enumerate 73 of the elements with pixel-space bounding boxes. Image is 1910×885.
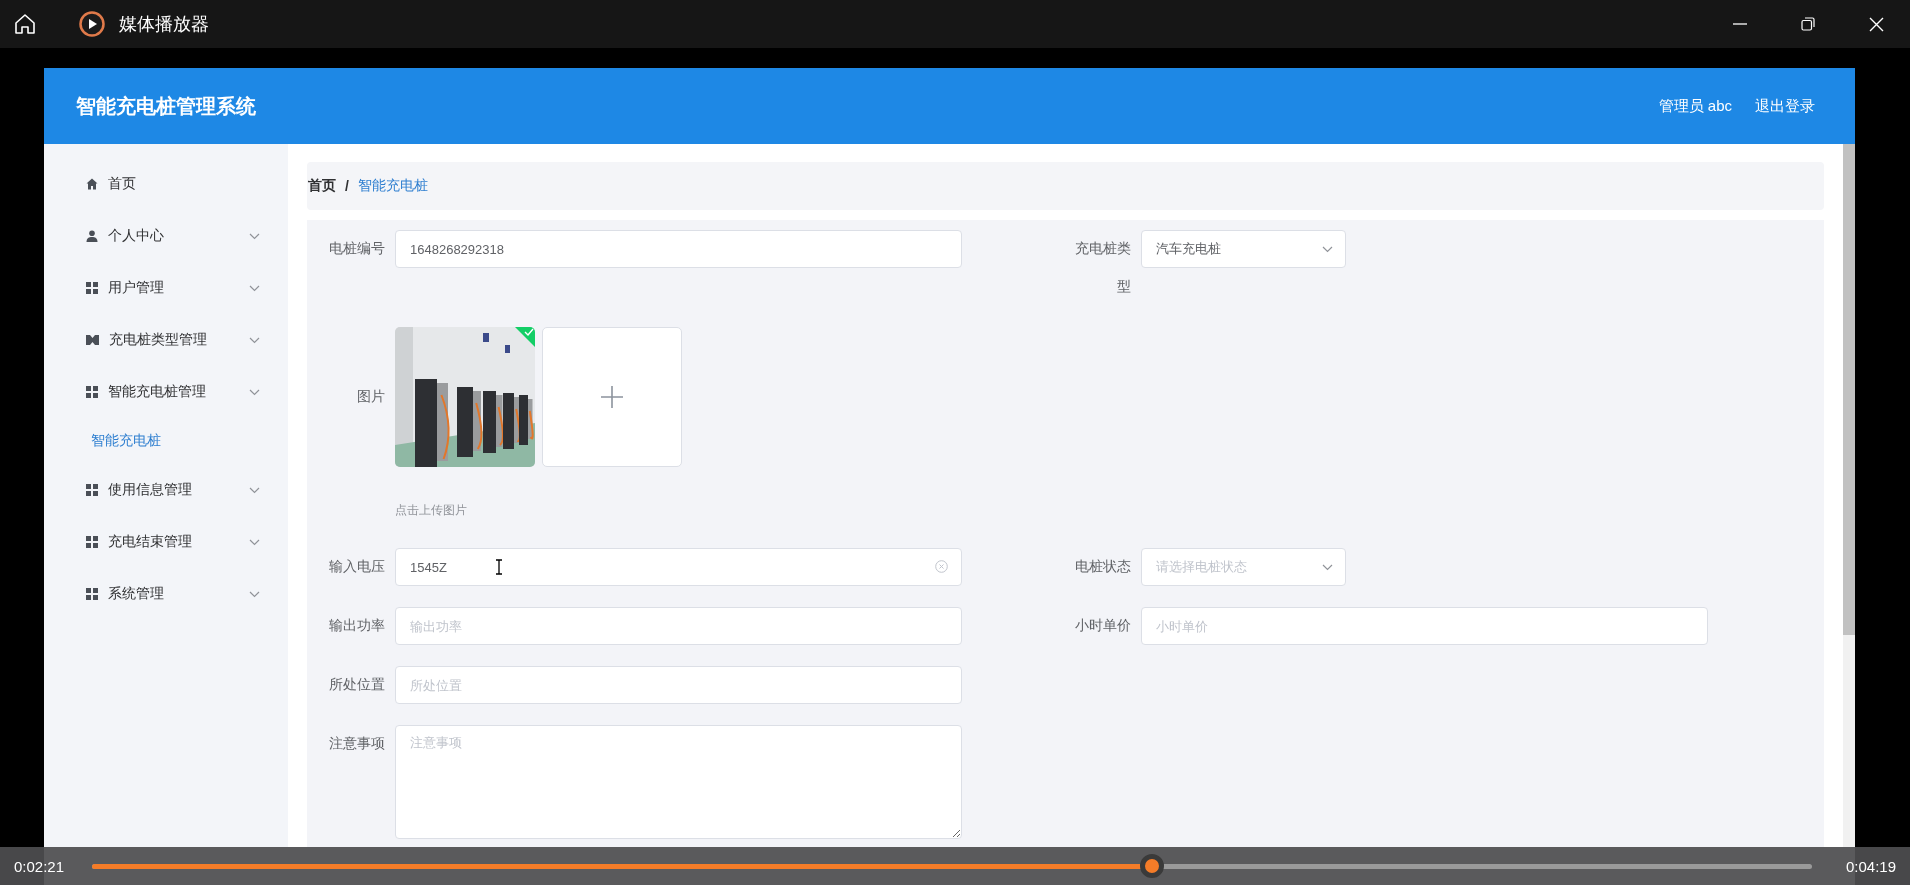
minimize-icon	[1733, 23, 1747, 25]
upload-button[interactable]	[542, 327, 682, 467]
field-label: 电桩编号	[328, 240, 386, 258]
sidebar-subitem[interactable]: 智能充电桩	[44, 418, 288, 464]
user-name: 管理员 abc	[1658, 96, 1732, 116]
input-field[interactable]: 输出功率	[395, 607, 962, 645]
ticket-icon	[86, 335, 99, 345]
scrollbar[interactable]	[1843, 144, 1855, 847]
sidebar-item-label: 充电桩类型管理	[109, 331, 208, 349]
field-label: 输入电压	[328, 558, 386, 576]
window-title: 媒体播放器	[119, 13, 209, 36]
play-logo-icon	[79, 11, 105, 37]
plus-icon	[600, 385, 624, 409]
user-icon	[86, 230, 98, 242]
field-label: 图片	[356, 388, 386, 406]
sidebar-item[interactable]: 首页	[44, 158, 288, 210]
sidebar-item[interactable]: 用户管理	[44, 262, 288, 314]
input-field[interactable]: 1648268292318	[395, 230, 962, 268]
grid-icon	[86, 282, 98, 294]
current-time: 0:02:21	[13, 857, 66, 875]
notes-textarea[interactable]: 注意事项	[395, 725, 962, 839]
sidebar-item[interactable]: 充电结束管理	[44, 516, 288, 568]
sidebar-item[interactable]: 充电桩类型管理	[44, 314, 288, 366]
sidebar-item-label: 个人中心	[108, 227, 165, 245]
text-cursor-icon	[495, 559, 503, 575]
breadcrumb-separator: /	[345, 178, 349, 194]
field-label: 所处位置	[328, 676, 386, 694]
sidebar-item[interactable]: 系统管理	[44, 568, 288, 620]
grid-icon	[86, 588, 98, 600]
chevron-down-icon	[249, 336, 260, 344]
chevron-down-icon	[249, 284, 260, 292]
input-field[interactable]: 所处位置	[395, 666, 962, 704]
total-time: 0:04:19	[1844, 857, 1897, 875]
app-title: 智能充电桩管理系统	[76, 93, 256, 119]
sidebar-item[interactable]: 使用信息管理	[44, 464, 288, 516]
chevron-down-icon	[249, 388, 260, 396]
sidebar-item-label: 充电结束管理	[108, 533, 193, 551]
chevron-down-icon	[249, 486, 260, 494]
breadcrumb-item[interactable]: 智能充电桩	[357, 177, 428, 195]
field-label: 注意事项	[328, 735, 386, 753]
chevron-down-icon	[1322, 245, 1333, 253]
chevron-down-icon	[249, 590, 260, 598]
chevron-down-icon	[249, 232, 260, 240]
input-field[interactable]: 小时单价	[1141, 607, 1708, 645]
sidebar-item-label: 用户管理	[108, 279, 165, 297]
sidebar-item-label: 使用信息管理	[108, 481, 193, 499]
progress-track[interactable]	[92, 863, 1812, 869]
sidebar-item-label: 系统管理	[108, 585, 165, 603]
sidebar-item[interactable]: 个人中心	[44, 210, 288, 262]
progress-handle[interactable]	[1139, 854, 1164, 878]
scrollbar-thumb[interactable]	[1843, 144, 1855, 635]
field-label: 充电桩类型	[1074, 240, 1132, 296]
grid-icon	[86, 484, 98, 496]
sidebar-item-label: 首页	[108, 175, 137, 193]
upload-hint: 点击上传图片	[395, 502, 468, 519]
close-icon	[1868, 16, 1884, 32]
home-icon[interactable]	[14, 13, 36, 35]
logout-link[interactable]: 退出登录	[1755, 96, 1815, 116]
input-field[interactable]: 1545Z	[395, 548, 962, 586]
sidebar-item[interactable]: 智能充电桩管理	[44, 366, 288, 418]
grid-icon	[86, 386, 98, 398]
select-field[interactable]: 汽车充电桩	[1141, 230, 1346, 268]
chevron-down-icon	[1322, 563, 1333, 571]
breadcrumb-item[interactable]: 首页	[308, 177, 336, 195]
field-label: 小时单价	[1074, 617, 1132, 635]
chevron-down-icon	[249, 538, 260, 546]
field-label: 电桩状态	[1074, 558, 1132, 576]
grid-icon	[86, 536, 98, 548]
field-label: 输出功率	[328, 617, 386, 635]
sidebar-item-label: 智能充电桩管理	[108, 383, 207, 401]
clear-icon[interactable]	[935, 560, 948, 573]
home-icon	[86, 178, 98, 190]
restore-icon	[1801, 17, 1815, 31]
